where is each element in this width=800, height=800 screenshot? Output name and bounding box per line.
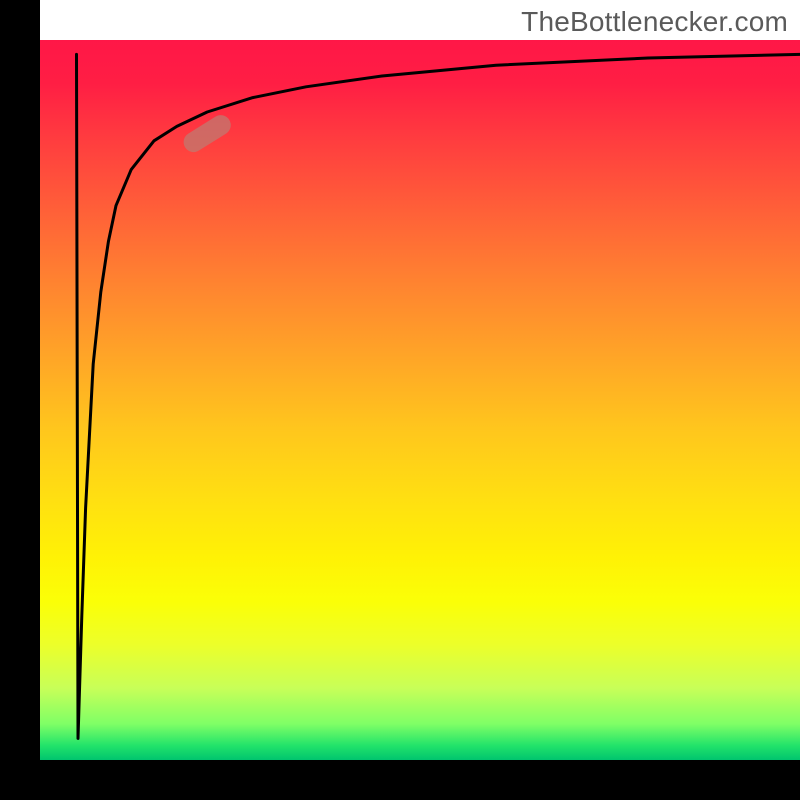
x-axis — [0, 760, 800, 800]
highlight-marker — [180, 111, 235, 156]
bottleneck-curve — [77, 54, 800, 738]
watermark-text: TheBottlenecker.com — [521, 6, 788, 38]
bottleneck-chart: TheBottlenecker.com — [0, 0, 800, 800]
curve-svg — [40, 40, 800, 760]
y-axis — [0, 0, 40, 800]
plot-area — [40, 40, 800, 760]
